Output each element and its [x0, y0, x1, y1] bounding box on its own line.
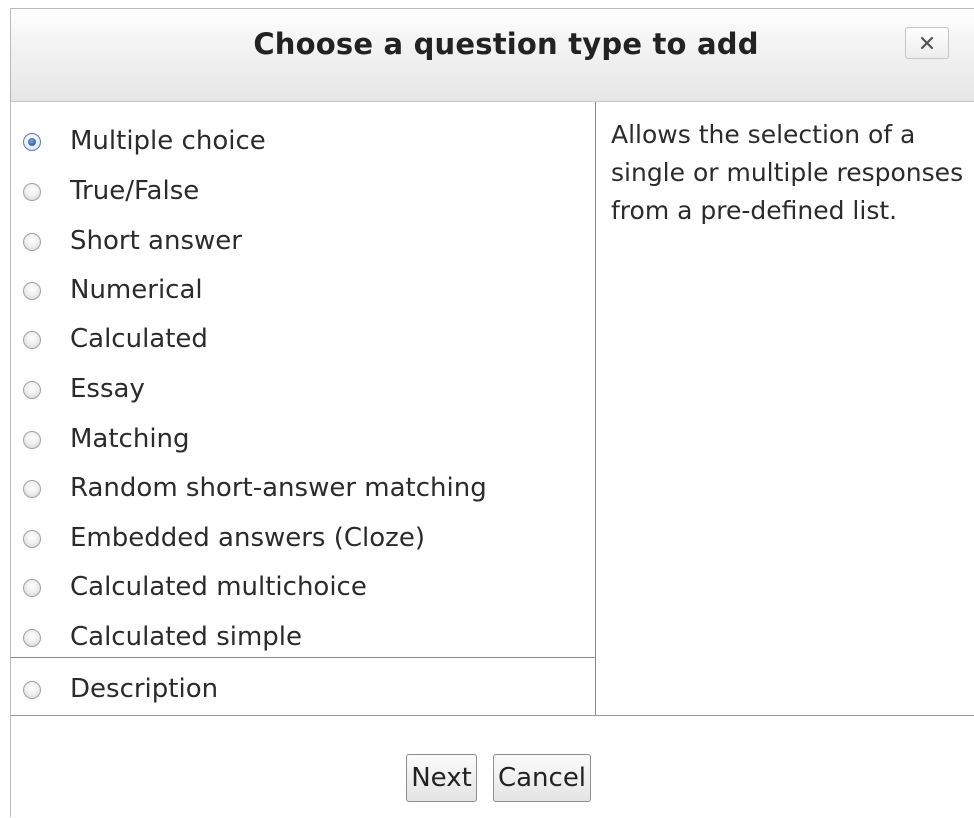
radio-button[interactable] — [23, 530, 41, 548]
radio-button[interactable] — [23, 480, 41, 498]
dialog-header: Choose a question type to add — [11, 9, 974, 102]
close-x-icon — [920, 36, 934, 50]
radio-button[interactable] — [23, 183, 41, 201]
option-label: Short answer — [70, 226, 242, 256]
option-multiple-choice[interactable]: Multiple choice — [11, 120, 595, 170]
option-true-false[interactable]: True/False — [11, 170, 595, 220]
option-label: Calculated simple — [70, 622, 303, 652]
option-label: Numerical — [70, 275, 203, 305]
option-embedded-answers-cloze[interactable]: Embedded answers (Cloze) — [11, 517, 595, 567]
radio-button[interactable] — [23, 681, 41, 699]
radio-button-selected[interactable] — [23, 133, 41, 151]
option-calculated-multichoice[interactable]: Calculated multichoice — [11, 566, 595, 616]
question-type-list: Multiple choice True/False Short answer … — [11, 102, 596, 715]
option-calculated[interactable]: Calculated — [11, 318, 595, 368]
next-button[interactable]: Next — [406, 754, 477, 802]
question-type-description: Allows the selection of a single or mult… — [611, 120, 964, 225]
option-label: Description — [70, 674, 219, 704]
dialog-body: Multiple choice True/False Short answer … — [11, 102, 974, 716]
option-random-short-answer-matching[interactable]: Random short-answer matching — [11, 467, 595, 517]
option-label: Essay — [70, 374, 145, 404]
option-calculated-simple[interactable]: Calculated simple — [11, 616, 595, 666]
dialog-title: Choose a question type to add — [253, 27, 759, 61]
radio-button[interactable] — [23, 282, 41, 300]
radio-button[interactable] — [23, 579, 41, 597]
radio-button[interactable] — [23, 381, 41, 399]
radio-dot — [28, 138, 36, 146]
option-label: Matching — [70, 424, 190, 454]
option-label: True/False — [70, 176, 200, 206]
radio-button[interactable] — [23, 331, 41, 349]
option-matching[interactable]: Matching — [11, 418, 595, 468]
close-button[interactable] — [905, 27, 949, 59]
option-essay[interactable]: Essay — [11, 368, 595, 418]
option-label: Random short-answer matching — [70, 473, 487, 503]
option-label: Embedded answers (Cloze) — [70, 523, 425, 553]
option-label: Multiple choice — [70, 126, 266, 156]
question-type-dialog: Choose a question type to add Multiple c… — [10, 8, 974, 817]
radio-button[interactable] — [23, 629, 41, 647]
option-label: Calculated — [70, 324, 208, 354]
cancel-button[interactable]: Cancel — [493, 754, 591, 802]
radio-button[interactable] — [23, 233, 41, 251]
option-short-answer[interactable]: Short answer — [11, 220, 595, 270]
option-group-divider — [11, 657, 595, 658]
radio-button[interactable] — [23, 431, 41, 449]
option-numerical[interactable]: Numerical — [11, 269, 595, 319]
option-label: Calculated multichoice — [70, 572, 367, 602]
dialog-footer: Next Cancel — [11, 716, 974, 818]
option-description[interactable]: Description — [11, 668, 595, 718]
